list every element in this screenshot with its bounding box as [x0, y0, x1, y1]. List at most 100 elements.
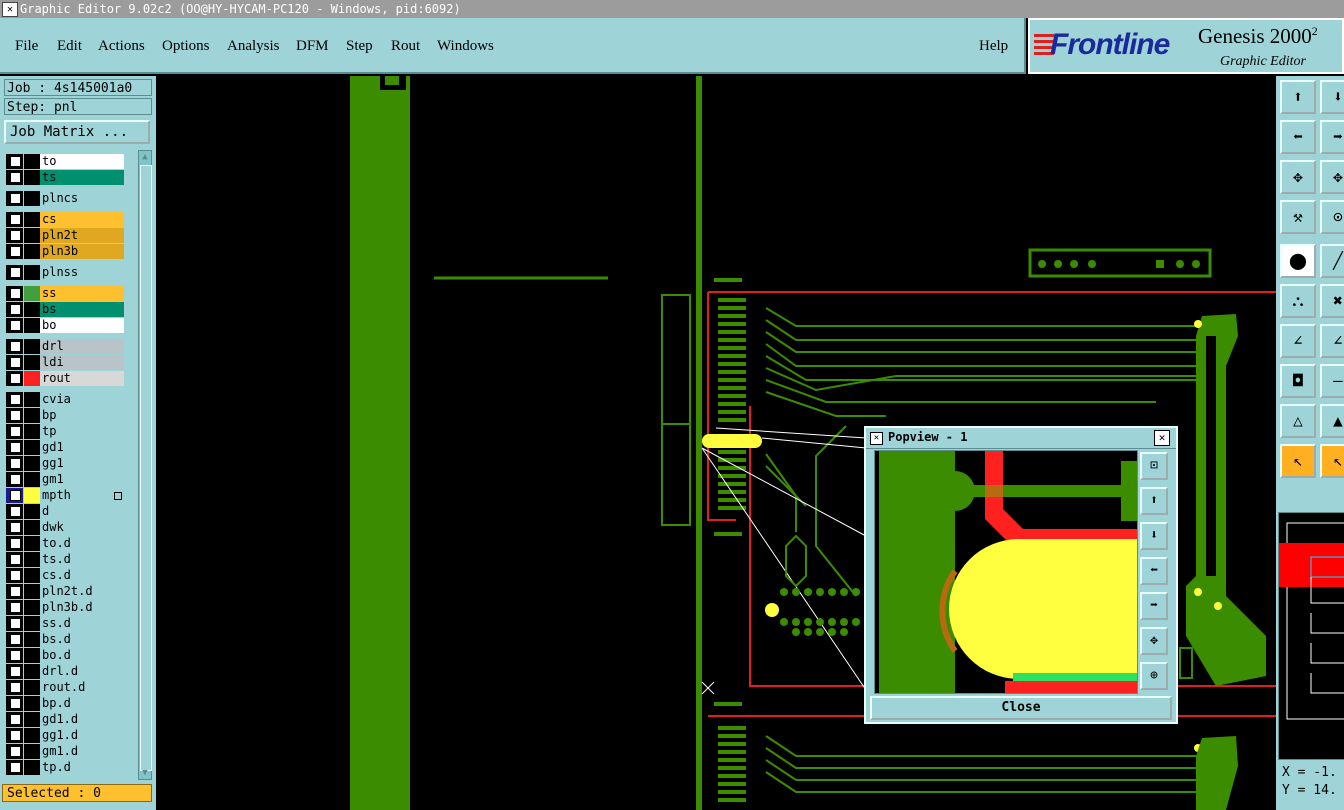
layer-row-rout-d[interactable]: rout.d — [6, 680, 124, 695]
layer-row-tp-d[interactable]: tp.d — [6, 760, 124, 775]
layer-name[interactable]: pln3b.d — [40, 600, 124, 615]
layer-row-ss-d[interactable]: ss.d — [6, 616, 124, 631]
layer-color-swatch[interactable] — [24, 392, 40, 407]
layer-row-gd1-d[interactable]: gd1.d — [6, 712, 124, 727]
layer-color-swatch[interactable] — [24, 568, 40, 583]
layer-checkbox[interactable] — [10, 538, 21, 549]
layer-row-dwk[interactable]: dwk — [6, 520, 124, 535]
scroll-down-icon[interactable]: ▼ — [140, 768, 150, 778]
dash-line-icon[interactable]: — — [1320, 364, 1344, 398]
layer-checkbox[interactable] — [10, 442, 21, 453]
layer-name[interactable]: plnss — [40, 265, 124, 280]
layer-name[interactable]: gm1 — [40, 472, 124, 487]
layer-name[interactable]: pln3b — [40, 244, 124, 259]
layer-name[interactable]: pln2t — [40, 228, 124, 243]
layer-checkbox[interactable] — [10, 246, 21, 257]
zoom-out-icon[interactable]: ⊕ — [1140, 662, 1168, 690]
job-matrix-button[interactable]: Job Matrix ... — [4, 120, 150, 144]
record-icon[interactable]: ⊙ — [1320, 200, 1344, 234]
layer-name[interactable]: ts.d — [40, 552, 124, 567]
layer-name[interactable]: bs.d — [40, 632, 124, 647]
layer-name[interactable]: d — [40, 504, 124, 519]
layer-name[interactable]: drl.d — [40, 664, 124, 679]
layer-row-bo-d[interactable]: bo.d — [6, 648, 124, 663]
layer-checkbox[interactable] — [10, 172, 21, 183]
expand-icon[interactable]: ✥ — [1280, 160, 1316, 194]
shrink-icon[interactable]: ✥ — [1320, 160, 1344, 194]
layer-checkbox[interactable] — [10, 474, 21, 485]
layer-color-swatch[interactable] — [24, 648, 40, 663]
select-cursor-alt-icon[interactable]: ↖ — [1320, 444, 1344, 478]
menu-windows[interactable]: Windows — [437, 38, 494, 55]
menu-dfm[interactable]: DFM — [296, 38, 329, 55]
menu-edit[interactable]: Edit — [57, 38, 82, 55]
layer-row-pln2t[interactable]: pln2t — [6, 228, 124, 243]
layer-checkbox[interactable] — [10, 746, 21, 757]
menu-help[interactable]: Help — [979, 38, 1008, 55]
layer-checkbox[interactable] — [10, 394, 21, 405]
cross-icon[interactable]: ✖ — [1320, 284, 1344, 318]
layer-color-swatch[interactable] — [24, 408, 40, 423]
layer-name[interactable]: pln2t.d — [40, 584, 124, 599]
layer-checkbox[interactable] — [10, 570, 21, 581]
layer-color-swatch[interactable] — [24, 712, 40, 727]
layer-row-pln2t-d[interactable]: pln2t.d — [6, 584, 124, 599]
layer-color-swatch[interactable] — [24, 680, 40, 695]
layer-checkbox[interactable] — [10, 618, 21, 629]
layer-color-swatch[interactable] — [24, 488, 40, 503]
layer-checkbox[interactable] — [10, 730, 21, 741]
select-cursor-icon[interactable]: ↖ — [1280, 444, 1316, 478]
connect-icon[interactable]: ⛬ — [1280, 284, 1316, 318]
layer-name[interactable]: gd1 — [40, 440, 124, 455]
layer-row-drl[interactable]: drl — [6, 339, 124, 354]
layer-checkbox[interactable] — [10, 230, 21, 241]
layer-checkbox[interactable] — [10, 320, 21, 331]
shapes-icon[interactable]: ◘ — [1280, 364, 1316, 398]
layer-name[interactable]: gd1.d — [40, 712, 124, 727]
move-up-icon[interactable]: ⬆ — [1280, 80, 1316, 114]
menu-step[interactable]: Step — [346, 38, 373, 55]
layer-color-swatch[interactable] — [24, 244, 40, 259]
layer-row-cvia[interactable]: cvia — [6, 392, 124, 407]
layer-checkbox[interactable] — [10, 586, 21, 597]
layer-color-swatch[interactable] — [24, 191, 40, 206]
layer-name[interactable]: plncs — [40, 191, 124, 206]
triangle-icon[interactable]: △ — [1280, 404, 1316, 438]
zoom-fit-icon[interactable]: ⊡ — [1140, 452, 1168, 480]
layer-checkbox[interactable] — [10, 288, 21, 299]
overview-minimap[interactable] — [1278, 512, 1344, 760]
layer-color-swatch[interactable] — [24, 212, 40, 227]
layer-row-to[interactable]: to — [6, 154, 124, 169]
layer-row-cs-d[interactable]: cs.d — [6, 568, 124, 583]
layer-row-bp[interactable]: bp — [6, 408, 124, 423]
layer-color-swatch[interactable] — [24, 371, 40, 386]
app-close-icon[interactable]: ✕ — [2, 2, 18, 17]
layer-name[interactable]: bp.d — [40, 696, 124, 711]
layer-name[interactable]: ss — [40, 286, 124, 301]
layer-checkbox[interactable] — [10, 193, 21, 204]
layer-color-swatch[interactable] — [24, 744, 40, 759]
layer-name[interactable]: rout.d — [40, 680, 124, 695]
layer-color-swatch[interactable] — [24, 286, 40, 301]
layer-color-swatch[interactable] — [24, 728, 40, 743]
pad-add-icon[interactable]: ⬤ — [1280, 244, 1316, 278]
pan-right-icon[interactable]: ➡ — [1140, 592, 1168, 620]
popview-close-button[interactable]: Close — [870, 696, 1172, 720]
layer-checkbox[interactable] — [10, 602, 21, 613]
layer-checkbox[interactable] — [10, 304, 21, 315]
move-left-icon[interactable]: ⬅ — [1280, 120, 1316, 154]
layer-color-swatch[interactable] — [24, 520, 40, 535]
layer-row-to-d[interactable]: to.d — [6, 536, 124, 551]
layer-row-cs[interactable]: cs — [6, 212, 124, 227]
layer-row-gd1[interactable]: gd1 — [6, 440, 124, 455]
layer-checkbox[interactable] — [10, 634, 21, 645]
line-add-icon[interactable]: ╱ — [1320, 244, 1344, 278]
layer-name[interactable]: cs — [40, 212, 124, 227]
layer-checkbox[interactable] — [10, 650, 21, 661]
slash-blue-icon[interactable]: ∠ — [1320, 324, 1344, 358]
layer-name[interactable]: cvia — [40, 392, 124, 407]
layer-row-bs-d[interactable]: bs.d — [6, 632, 124, 647]
zoom-in-icon[interactable]: ✥ — [1140, 627, 1168, 655]
layer-row-bo[interactable]: bo — [6, 318, 124, 333]
layer-name[interactable]: ss.d — [40, 616, 124, 631]
